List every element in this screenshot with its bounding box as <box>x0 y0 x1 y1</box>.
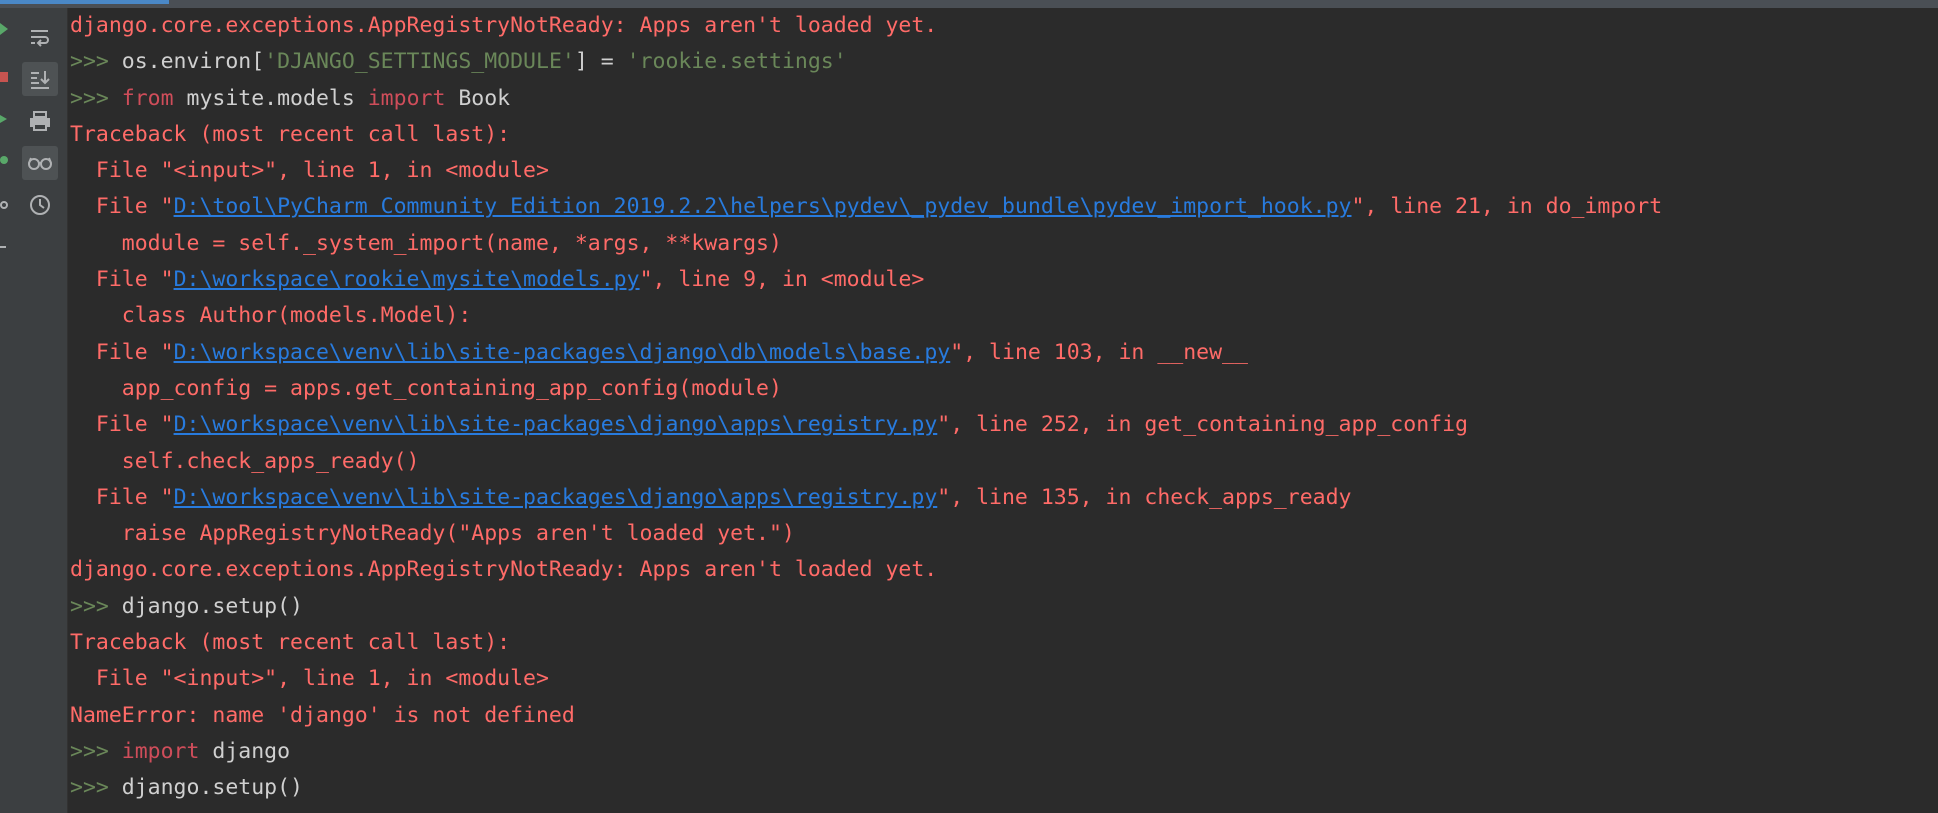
console-prompt: >>> <box>70 738 122 764</box>
debug-icon[interactable] <box>0 153 10 167</box>
console-output-line: django.core.exceptions.AppRegistryNotRea… <box>70 552 1930 588</box>
console-output-line: File "D:\workspace\venv\lib\site-package… <box>70 407 1930 443</box>
console-input-line: >>> import django <box>70 734 1930 770</box>
scroll-to-end-icon <box>31 71 50 89</box>
console-output-line: File "D:\workspace\rookie\mysite\models.… <box>70 262 1930 298</box>
console-text: from <box>121 85 174 111</box>
console-output-line: File "D:\workspace\venv\lib\site-package… <box>70 480 1930 516</box>
console-output-line: File "<input>", line 1, in <module> <box>70 661 1930 697</box>
rerun-icon[interactable] <box>0 22 10 36</box>
console-text: Traceback (most recent call last): <box>70 630 511 656</box>
console-text: ", line 103, in __new__ <box>950 339 1248 365</box>
console-text: django.setup() <box>121 593 303 619</box>
file-path-link[interactable]: D:\workspace\venv\lib\site-packages\djan… <box>174 485 938 510</box>
console-output-line: NameError: name 'django' is not defined <box>70 698 1930 734</box>
console-text: 'rookie.settings' <box>626 49 847 75</box>
run-controls-strip <box>0 8 12 813</box>
settings-icon[interactable] <box>0 198 10 212</box>
console-text: Traceback (most recent call last): <box>70 121 511 147</box>
file-path-link[interactable]: D:\workspace\venv\lib\site-packages\djan… <box>174 340 951 365</box>
console-text: ", line 252, in get_containing_app_confi… <box>937 412 1468 438</box>
console-input-line: >>> from mysite.models import Book <box>70 81 1930 117</box>
file-path-link[interactable]: D:\workspace\rookie\mysite\models.py <box>174 267 640 292</box>
soft-wrap-button[interactable] <box>22 20 58 54</box>
console-output-line: raise AppRegistryNotReady("Apps aren't l… <box>70 516 1930 552</box>
console-output-line: Traceback (most recent call last): <box>70 625 1930 661</box>
console-output-line: File "D:\workspace\venv\lib\site-package… <box>70 335 1930 371</box>
console-output[interactable]: django.core.exceptions.AppRegistryNotRea… <box>70 8 1930 813</box>
console-output-line: class Author(models.Model): <box>70 298 1930 334</box>
console-text: class Author(models.Model): <box>70 303 472 329</box>
console-text: django <box>199 738 291 764</box>
dash-icon <box>0 246 6 248</box>
console-text: File " <box>70 412 174 438</box>
console-text: ", line 135, in check_apps_ready <box>937 484 1352 510</box>
console-prompt: >>> <box>70 85 122 111</box>
console-text: django.core.exceptions.AppRegistryNotRea… <box>70 557 938 583</box>
console-text: File " <box>70 267 174 293</box>
console-prompt: >>> <box>70 49 122 75</box>
console-text: app_config = apps.get_containing_app_con… <box>70 375 782 401</box>
stop-icon[interactable] <box>0 70 10 84</box>
console-text: ", line 21, in do_import <box>1351 194 1663 220</box>
history-button[interactable] <box>22 188 58 222</box>
console-text: 'DJANGO_SETTINGS_MODULE' <box>264 49 575 75</box>
console-output-line: self.check_apps_ready() <box>70 444 1930 480</box>
console-text: django.core.exceptions.AppRegistryNotRea… <box>70 13 938 38</box>
run-icon[interactable] <box>0 112 10 126</box>
console-text: File " <box>70 194 174 220</box>
console-text: File "<input>", line 1, in <module> <box>70 158 549 184</box>
console-text: File " <box>70 484 174 510</box>
console-text: django.setup() <box>121 775 303 801</box>
show-variables-button[interactable] <box>22 146 58 180</box>
console-output-line: File "D:\tool\PyCharm Community Edition … <box>70 189 1930 225</box>
print-button[interactable] <box>22 104 58 138</box>
console-input-line: >>> django.setup() <box>70 589 1930 625</box>
file-path-link[interactable]: D:\workspace\venv\lib\site-packages\djan… <box>174 412 938 437</box>
console-prompt: >>> <box>70 593 122 619</box>
console-text: File " <box>70 339 174 365</box>
soft-wrap-icon <box>31 30 49 47</box>
console-prompt: >>> <box>70 775 122 801</box>
history-icon <box>30 195 50 215</box>
console-output-line: module = self._system_import(name, *args… <box>70 226 1930 262</box>
file-path-link[interactable]: D:\tool\PyCharm Community Edition 2019.2… <box>174 194 1352 219</box>
console-text: File "<input>", line 1, in <module> <box>70 666 549 692</box>
show-variables-icon <box>28 157 52 170</box>
console-text: self.check_apps_ready() <box>70 448 420 474</box>
console-text: NameError: name 'django' is not defined <box>70 702 575 728</box>
console-output-line: app_config = apps.get_containing_app_con… <box>70 371 1930 407</box>
console-text: os.environ[ <box>121 49 265 75</box>
console-text: import <box>367 85 446 111</box>
console-output-line: File "<input>", line 1, in <module> <box>70 153 1930 189</box>
python-console-window: django.core.exceptions.AppRegistryNotRea… <box>0 0 1938 813</box>
console-output-line: django.core.exceptions.AppRegistryNotRea… <box>70 8 1930 44</box>
console-text: ] = <box>574 49 627 75</box>
progress-bar-fill <box>0 0 169 4</box>
console-input-line: >>> os.environ['DJANGO_SETTINGS_MODULE']… <box>70 44 1930 80</box>
console-text: raise AppRegistryNotReady("Apps aren't l… <box>70 521 795 547</box>
progress-bar <box>0 0 1938 8</box>
console-text: import <box>121 738 200 764</box>
scroll-to-end-button[interactable] <box>22 62 58 96</box>
console-text: module = self._system_import(name, *args… <box>70 230 782 256</box>
console-input-line: >>> django.setup() <box>70 770 1930 806</box>
console-text: mysite.models <box>173 85 368 111</box>
console-output-line: Traceback (most recent call last): <box>70 117 1930 153</box>
console-toolbar <box>12 8 68 813</box>
print-icon <box>30 111 50 131</box>
console-text: ", line 9, in <module> <box>639 267 925 293</box>
console-text: Book <box>445 85 511 111</box>
